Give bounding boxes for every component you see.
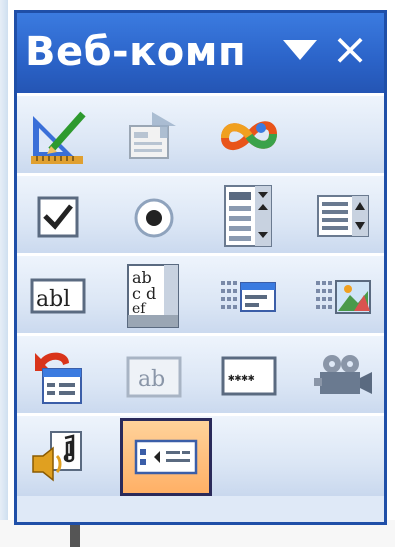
radio-button-icon[interactable]: [122, 184, 186, 248]
properties-icon[interactable]: [122, 104, 186, 168]
toolbox-row-5: [17, 413, 384, 496]
hidden-field-icon[interactable]: ab: [122, 344, 186, 408]
checkbox-icon[interactable]: [27, 184, 91, 248]
text-box-icon[interactable]: abl: [27, 264, 91, 328]
password-field-icon[interactable]: ✱✱✱✱: [217, 344, 281, 408]
svg-text:✱✱✱✱: ✱✱✱✱: [228, 371, 255, 384]
toolbox-title: Веб-комп: [25, 29, 247, 75]
image-submit-icon[interactable]: [312, 264, 376, 328]
dropdown-list-icon[interactable]: [217, 184, 281, 248]
script-editor-icon[interactable]: [217, 104, 281, 168]
text-area-icon[interactable]: ab c d ef: [122, 264, 186, 328]
toolbox-row-1: [17, 93, 384, 176]
toolbox-row-2: [17, 173, 384, 256]
movie-icon[interactable]: [312, 344, 376, 408]
submit-button-icon[interactable]: [217, 264, 281, 328]
scrolling-text-icon[interactable]: [120, 418, 212, 496]
design-mode-icon[interactable]: [27, 104, 91, 168]
list-box-icon[interactable]: [312, 184, 376, 248]
web-components-toolbox: Веб-комп × abl ab c d ef ab ✱✱✱✱: [14, 10, 387, 525]
svg-text:ab: ab: [138, 367, 165, 392]
toolbox-row-3: abl ab c d ef: [17, 253, 384, 336]
svg-text:ef: ef: [132, 301, 147, 317]
toolbox-titlebar[interactable]: Веб-комп ×: [17, 13, 384, 93]
toolbox-row-4: ab ✱✱✱✱: [17, 333, 384, 416]
toolbox-options-dropdown-icon[interactable]: [283, 40, 317, 60]
reset-button-icon[interactable]: [27, 344, 91, 408]
close-icon[interactable]: ×: [327, 27, 373, 73]
sound-icon[interactable]: [27, 424, 91, 488]
background-window-edge: [0, 0, 8, 547]
svg-text:abl: abl: [36, 287, 70, 312]
